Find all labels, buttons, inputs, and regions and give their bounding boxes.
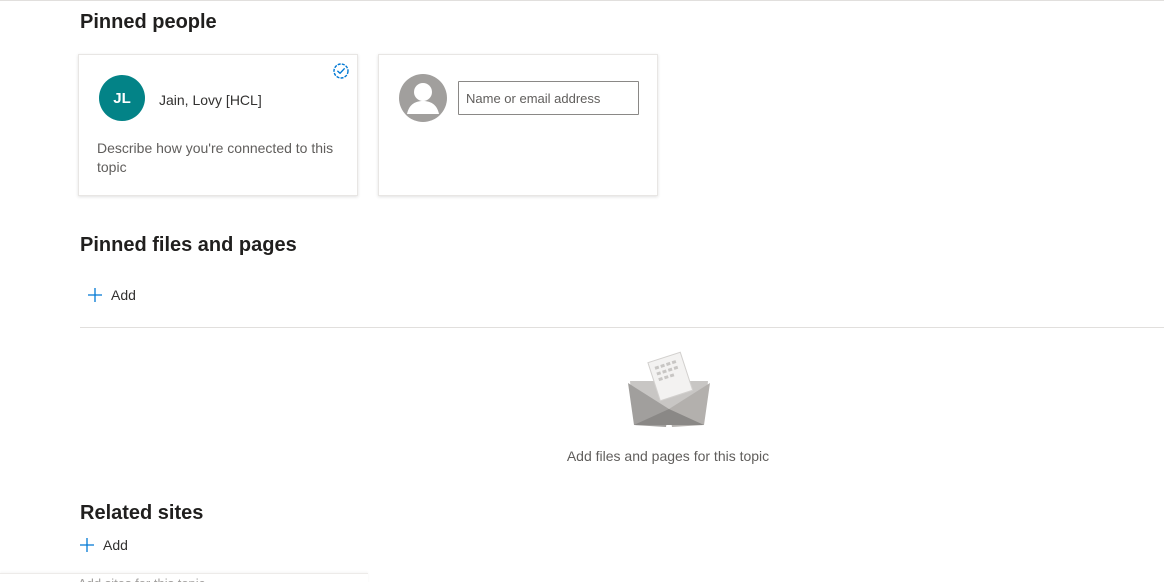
- pinned-files-title: Pinned files and pages: [80, 234, 297, 256]
- plus-icon: [80, 538, 94, 552]
- name-or-email-input[interactable]: [458, 81, 639, 115]
- add-person-card: [378, 54, 658, 196]
- topic-page: Pinned people JL Jain, Lovy [HCL] Descri…: [0, 0, 1164, 582]
- pinned-person-card[interactable]: JL Jain, Lovy [HCL] Describe how you're …: [78, 54, 358, 196]
- add-file-label: Add: [111, 287, 136, 303]
- section-divider: [80, 327, 1164, 328]
- files-empty-message: Add files and pages for this topic: [566, 448, 770, 464]
- add-site-label: Add: [103, 537, 128, 553]
- person-name[interactable]: Jain, Lovy [HCL]: [159, 92, 262, 108]
- verified-check-icon[interactable]: [332, 62, 350, 80]
- plus-icon: [88, 288, 102, 302]
- pinned-people-title: Pinned people: [80, 11, 217, 33]
- avatar[interactable]: JL: [99, 75, 145, 121]
- person-placeholder-icon: [399, 74, 447, 122]
- connection-description[interactable]: Describe how you're connected to this to…: [97, 139, 347, 177]
- empty-folder-illustration-icon: [628, 351, 710, 427]
- related-sites-title: Related sites: [80, 502, 204, 524]
- add-site-button[interactable]: Add: [79, 537, 128, 553]
- sites-empty-message: Add sites for this topic: [0, 573, 368, 582]
- add-file-button[interactable]: Add: [87, 287, 136, 303]
